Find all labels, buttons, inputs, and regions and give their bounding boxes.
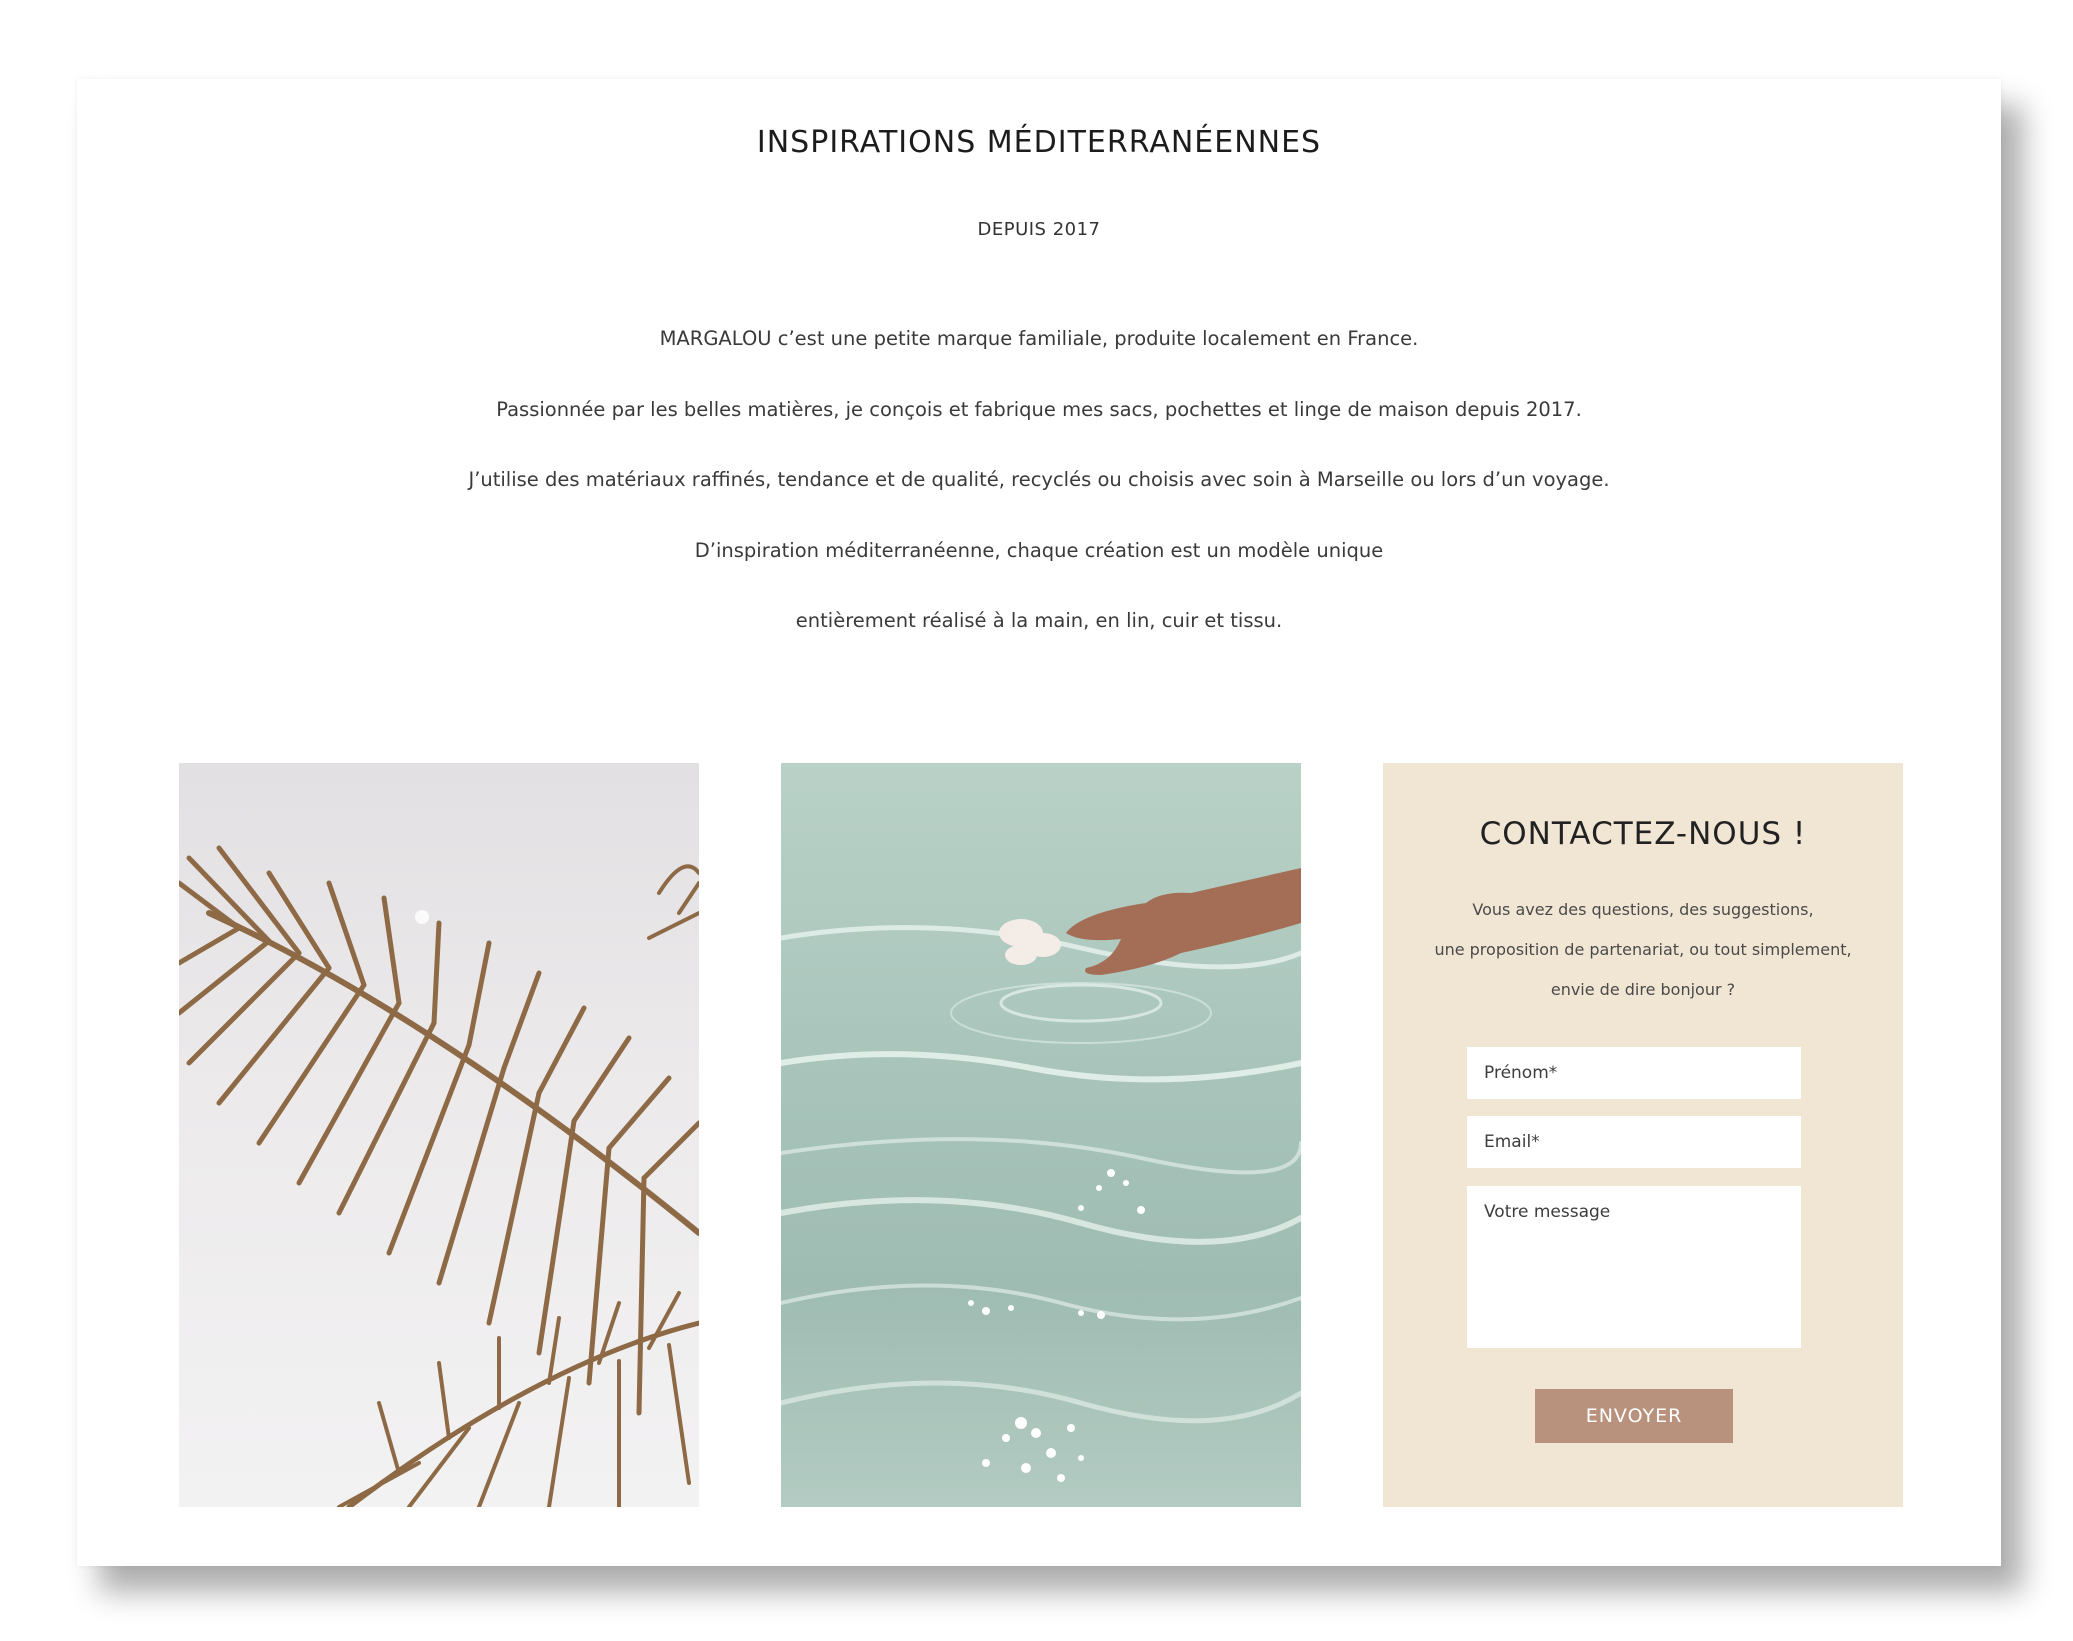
firstname-field[interactable]: [1467, 1047, 1801, 1099]
contact-text-line: Vous avez des questions, des suggestions…: [1472, 900, 1814, 919]
message-field[interactable]: [1467, 1186, 1801, 1348]
send-button[interactable]: ENVOYER: [1535, 1389, 1733, 1443]
page-title: INSPIRATIONS MÉDITERRANÉENNES: [756, 125, 1322, 160]
about-text: MARGALOU c’est une petite marque familia…: [77, 327, 2001, 680]
about-paragraph: entièrement réalisé à la main, en lin, c…: [795, 609, 1283, 632]
water-illustration: [781, 868, 1301, 1482]
contact-description: Vous avez des questions, des suggestions…: [1383, 890, 1903, 1010]
page-section: INSPIRATIONS MÉDITERRANÉENNES DEPUIS 201…: [77, 79, 2001, 1566]
page-subtitle: DEPUIS 2017: [977, 219, 1101, 240]
about-paragraph: MARGALOU c’est une petite marque familia…: [659, 327, 1419, 350]
about-paragraph: Passionnée par les belles matières, je c…: [496, 397, 1582, 421]
contact-text-line: envie de dire bonjour ?: [1550, 980, 1736, 999]
about-paragraph: J’utilise des matériaux raffinés, tendan…: [468, 468, 1610, 491]
email-field[interactable]: [1467, 1116, 1801, 1168]
about-paragraph: D’inspiration méditerranéenne, chaque cr…: [694, 538, 1384, 562]
contact-title: CONTACTEZ-NOUS !: [1479, 816, 1807, 852]
contact-text-line: une proposition de partenariat, ou tout …: [1434, 940, 1852, 959]
palm-leaf-image: [179, 763, 699, 1507]
palm-leaf-illustration: [179, 845, 699, 1507]
water-hand-image: [781, 763, 1301, 1507]
contact-panel: CONTACTEZ-NOUS ! Vous avez des questions…: [1383, 763, 1903, 1507]
